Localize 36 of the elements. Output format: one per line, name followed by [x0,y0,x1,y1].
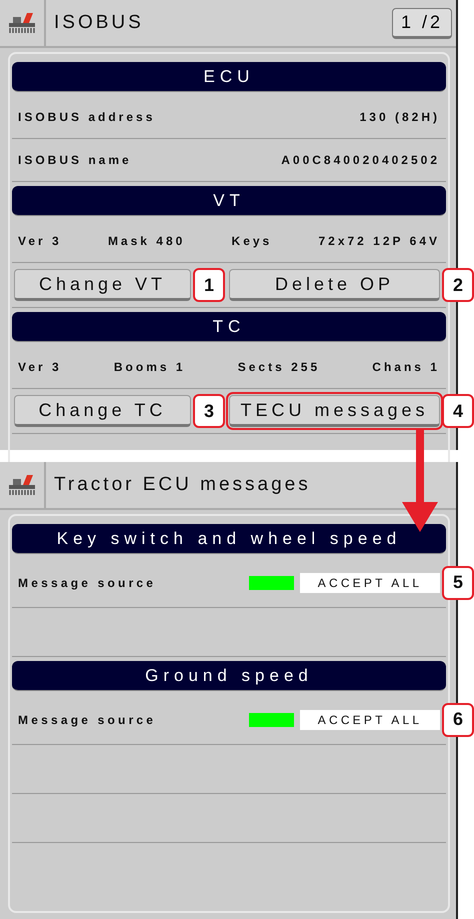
spec-text: Ver 3 [18,360,62,374]
spec-text: Ver 3 [18,234,62,248]
field-label: ISOBUS name [18,153,132,167]
page-button[interactable]: 1 /2 [392,8,452,38]
callout-number: 1 [193,268,225,302]
callout-number: 4 [442,394,474,428]
implement-icon [7,11,37,35]
section-header: Key switch and wheel speed [12,524,446,554]
field-value: A00C840020402502 [281,153,440,167]
spec-text: Keys [232,234,272,248]
implement-icon [7,473,37,497]
menu-button[interactable]: Change VT [14,269,191,301]
section-header: ECU [12,62,446,92]
spec-text: Booms 1 [114,360,186,374]
section-header: Ground speed [12,661,446,691]
field-label: Message source [18,576,156,590]
section-header: VT [12,186,446,216]
callout-number: 3 [193,394,225,428]
menu-button[interactable]: Change TC [14,395,191,427]
callout-number: 2 [442,268,474,302]
callout-number: 5 [442,566,474,600]
menu-button[interactable]: TECU messages [229,395,440,427]
field-label: ISOBUS address [18,110,156,124]
menu-button[interactable]: Delete OP [229,269,440,301]
screen-title: ISOBUS [54,12,145,34]
screen-title: Tractor ECU messages [54,474,312,496]
spec-text: Sects 255 [238,360,320,374]
section-header: TC [12,312,446,342]
spec-text: Mask 480 [108,234,186,248]
spec-text: Chans 1 [372,360,440,374]
source-value[interactable]: ACCEPT ALL [300,710,440,730]
spec-text: 72x72 12P 64V [318,234,440,248]
source-value[interactable]: ACCEPT ALL [300,572,440,592]
field-label: Message source [18,712,156,726]
callout-number: 6 [442,702,474,736]
field-value: 130 (82H) [360,110,440,124]
